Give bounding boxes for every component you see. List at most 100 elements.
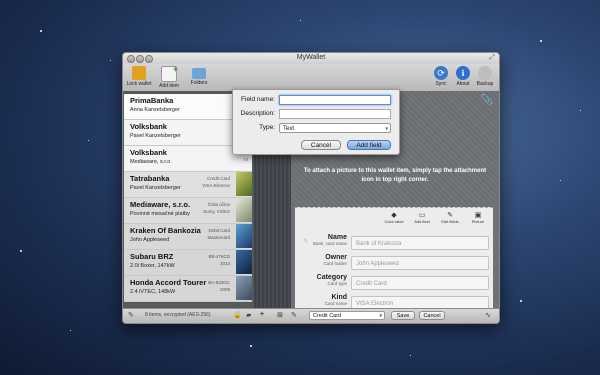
wallet-item-name: PrimaBanka — [130, 96, 174, 105]
wallet-item-subtitle: 2.0i Boxer, 147kW — [130, 263, 175, 269]
backup-button[interactable]: Backup — [471, 65, 499, 87]
attachment-hint: To attach a picture to this wallet item,… — [303, 168, 487, 183]
chevron-down-icon: ▾ — [385, 126, 388, 132]
cancel-button[interactable]: Cancel — [419, 311, 445, 320]
field-label: Owner Card holder — [297, 254, 347, 266]
lock-wallet-button[interactable]: Lock wallet — [125, 65, 153, 87]
color-label-button[interactable]: ◆ Color label — [381, 211, 407, 224]
wallet-item-subtitle: Pavel Kanzelsberger — [130, 133, 181, 139]
picture-button[interactable]: ▣ Picture — [465, 211, 491, 224]
action-label: Edit fields — [441, 219, 459, 224]
item-card: ◆ Color label ▭ Add field ✎ Edit fields … — [295, 207, 493, 310]
field-sublabel: Card name — [324, 301, 347, 306]
field-label: Name Bank, card name — [297, 234, 347, 246]
field-label-text: Name — [327, 234, 347, 241]
toolbar-label: Folders — [190, 80, 208, 86]
save-button[interactable]: Save — [391, 311, 415, 320]
card-thumbnail — [236, 224, 252, 248]
wallet-item-name: Kraken Of Bankozia — [130, 226, 201, 235]
field-name-label: Field name: — [241, 96, 275, 103]
item-type-select[interactable]: Credit Card ▾ — [309, 311, 385, 320]
lock-icon[interactable]: 🔒 — [233, 311, 242, 319]
wallet-item-subtitle: Mediaware, s.r.o. — [130, 159, 172, 165]
wallet-item-type: BB-476CD — [208, 254, 230, 259]
wallet-item-name: Honda Accord Tourer — [130, 278, 207, 287]
field-label-text: Category — [316, 274, 347, 281]
delete-icon[interactable]: ⊠ — [277, 311, 283, 319]
toolbar-label: Backup — [476, 81, 494, 87]
wallet-item-detail: VI — [243, 157, 248, 162]
info-icon: i — [456, 66, 470, 80]
wallet-item-name: Subaru BRZ — [130, 252, 174, 261]
card-thumbnail — [236, 172, 252, 196]
add-field-icon: ▭ — [418, 212, 426, 219]
wallet-item-subtitle: 2.4 iVTEC, 148kW — [130, 289, 176, 295]
backup-icon — [478, 66, 492, 80]
dialog-cancel-button[interactable]: Cancel — [301, 140, 341, 150]
edit-icon[interactable]: ✎ — [291, 311, 297, 319]
edit-fields-button[interactable]: ✎ Edit fields — [437, 211, 463, 224]
note-icon[interactable]: ✎ — [128, 311, 134, 319]
wallet-item-subtitle: John Appleseed — [130, 237, 170, 243]
item-type-value: Credit Card — [313, 313, 342, 319]
wallet-item[interactable]: Kraken Of Bankozia John Appleseed Debit … — [124, 224, 252, 250]
lock-icon — [132, 66, 146, 80]
field-label-text: Kind — [331, 294, 347, 301]
picture-icon: ▣ — [474, 212, 482, 219]
car-thumbnail — [236, 250, 252, 274]
add-icon[interactable]: + — [260, 311, 264, 318]
wallet-item-type: Credit Card — [206, 176, 230, 181]
folders-button[interactable]: Folders — [185, 65, 213, 86]
wallet-item-detail: VISA Electron — [202, 183, 230, 188]
field-label-text: Owner — [325, 254, 347, 261]
wallet-item[interactable]: Subaru BRZ 2.0i Boxer, 147kW BB-476CD 20… — [124, 250, 252, 276]
field-label: Category Card type — [297, 274, 347, 286]
bottom-bar: ✎ 8 items, encrypted (AES-256) 🔒 ▰ + ⊠ ✎… — [123, 308, 499, 323]
description-input[interactable] — [279, 109, 391, 119]
action-label: Add field — [414, 219, 430, 224]
car-thumbnail — [236, 276, 252, 300]
window-title: MyWallet — [296, 54, 326, 61]
type-label: Type: — [259, 124, 275, 131]
dialog-add-field-button[interactable]: Add field — [347, 140, 391, 150]
wallet-item[interactable]: Mediaware, s.r.o. Povinné mesačné platby… — [124, 198, 252, 224]
wallet-item-name: Volksbank — [130, 122, 167, 131]
wallet-item-name: Volksbank — [130, 148, 167, 157]
add-field-dialog: Field name: Description: Type: Text ▾ Ca… — [232, 89, 400, 155]
sync-icon: ⟳ — [434, 66, 448, 80]
field-label: Kind Card name — [297, 294, 347, 306]
name-field[interactable]: Bank of Krakozia — [351, 236, 489, 250]
card-thumbnail — [236, 198, 252, 222]
wallet-item[interactable]: Honda Accord Tourer 2.4 iVTEC, 148kW BA-… — [124, 276, 252, 302]
add-item-button[interactable]: + Add item — [155, 64, 183, 89]
toolbar-label: Lock wallet — [126, 81, 152, 87]
owner-field[interactable]: John Appleseed — [351, 256, 489, 270]
category-field[interactable]: Credit Card — [351, 276, 489, 290]
wallet-item-subtitle: Anna Kanzelsberger — [130, 107, 180, 113]
edit-fields-icon: ✎ — [447, 212, 453, 219]
activity-icon[interactable]: ∿ — [485, 311, 491, 319]
paperclip-icon[interactable]: 📎 — [481, 95, 493, 106]
wallet-item-name: Tatrabanka — [130, 174, 170, 183]
wallet-item-type: BA-843GC — [208, 280, 230, 285]
wallet-item-detail: 2013 — [219, 261, 230, 266]
folder-icon — [192, 68, 206, 79]
description-label: Description: — [240, 110, 275, 117]
fullscreen-icon[interactable]: ⤢ — [489, 54, 495, 62]
wallet-item-detail: Sumy, VS/KS — [203, 209, 230, 214]
wallet-item-type: Debit Card — [208, 228, 230, 233]
wallet-item-detail: Mastercard — [207, 235, 230, 240]
toolbar-label: Add item — [159, 83, 179, 89]
add-field-button[interactable]: ▭ Add field — [409, 211, 435, 224]
wallet-item-type: Čísla účtov — [207, 202, 230, 207]
type-select[interactable]: Text ▾ — [279, 123, 391, 133]
chevron-down-icon: ▾ — [379, 313, 382, 319]
status-text: 8 items, encrypted (AES-256) — [145, 312, 211, 318]
wallet-item-subtitle: Povinné mesačné platby — [130, 211, 190, 217]
folder-icon[interactable]: ▰ — [246, 311, 251, 319]
color-label-icon: ◆ — [391, 212, 397, 219]
field-name-input[interactable] — [279, 95, 391, 105]
wallet-item-detail: 2009 — [219, 287, 230, 292]
wallet-item[interactable]: Tatrabanka Pavel Kanzelsberger Credit Ca… — [124, 172, 252, 198]
wallet-item-name: Mediaware, s.r.o. — [130, 200, 191, 209]
